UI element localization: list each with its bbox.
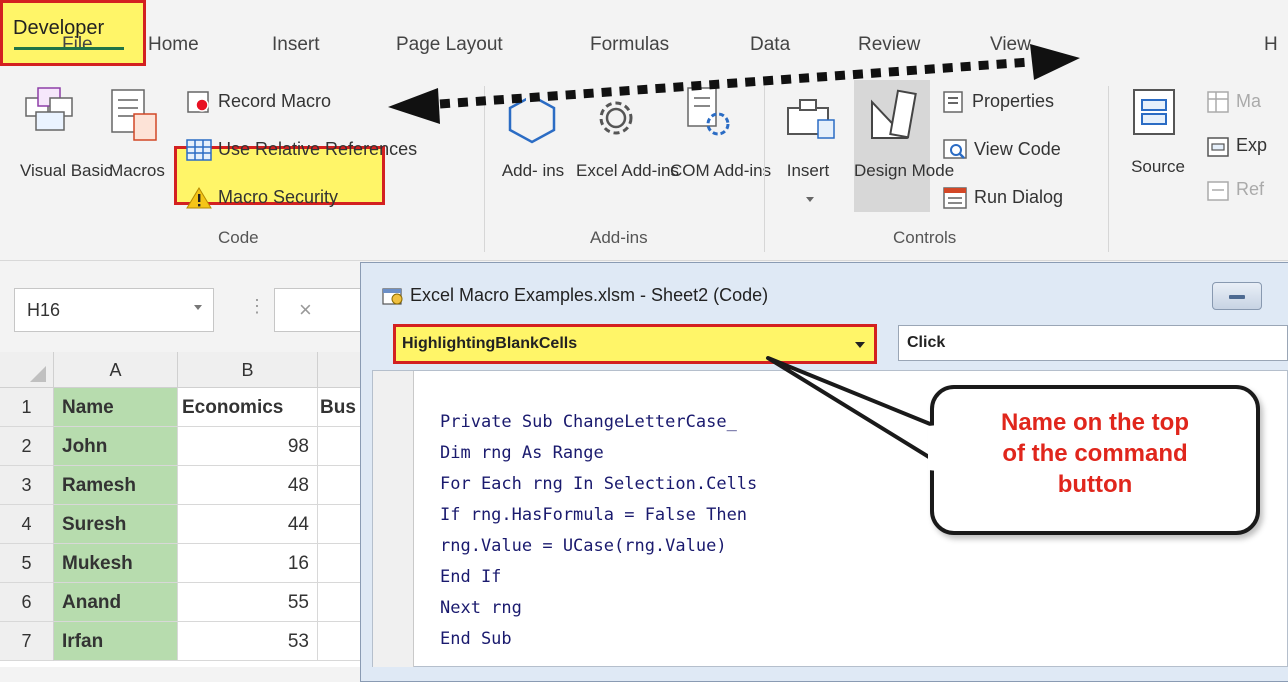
callout-line: Name on the top bbox=[1000, 409, 1189, 436]
annotation-callout: Name on the top of the command button bbox=[930, 385, 1260, 535]
callout-pointer-mask bbox=[928, 424, 948, 472]
callout-text: Name on the top of the command button bbox=[934, 407, 1256, 500]
callout-line: of the command bbox=[1002, 440, 1188, 467]
callout-line: button bbox=[1057, 471, 1133, 498]
callout-pointer bbox=[766, 356, 952, 472]
